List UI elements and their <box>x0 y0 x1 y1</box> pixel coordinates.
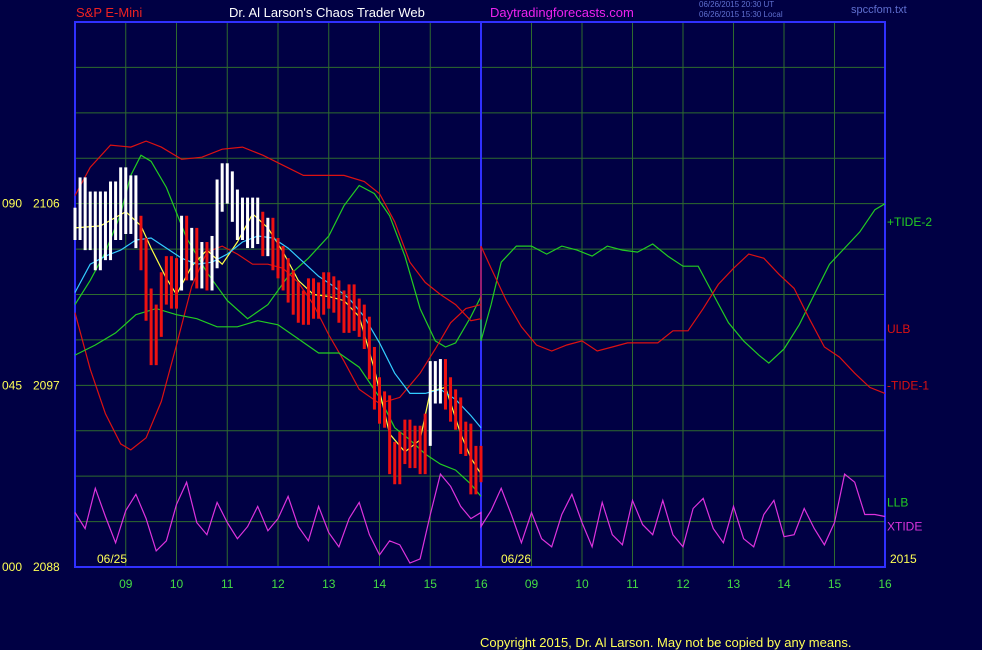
timestamp-local: 06/26/2015 15:30 Local <box>699 10 783 19</box>
legend-label: LLB <box>887 495 908 509</box>
x-tick-label: 14 <box>777 577 791 591</box>
x-tick-label: 14 <box>373 577 387 591</box>
year-label: 2015 <box>890 552 917 566</box>
data-file-name: spccfom.txt <box>851 4 907 16</box>
x-tick-label: 09 <box>525 577 539 591</box>
y-tick-label-left: 090 <box>2 197 22 211</box>
copyright-notice: Copyright 2015, Dr. Al Larson. May not b… <box>480 635 852 650</box>
x-tick-label: 13 <box>727 577 741 591</box>
x-tick-label: 16 <box>878 577 892 591</box>
x-tick-label: 16 <box>474 577 488 591</box>
x-tick-label: 13 <box>322 577 336 591</box>
day-label: 06/25 <box>97 552 127 566</box>
x-tick-label: 11 <box>626 577 639 591</box>
site-url[interactable]: Daytradingforecasts.com <box>490 6 634 19</box>
legend-label: -TIDE-1 <box>887 378 929 392</box>
x-tick-label: 09 <box>119 577 133 591</box>
x-tick-label: 10 <box>170 577 184 591</box>
y-tick-label-left: 000 <box>2 560 22 574</box>
legend-label: ULB <box>887 322 910 336</box>
chart-canvas: 000 2088 045 2097 090 2106 09 10 11 12 13 14 15 16 09 1… <box>2 21 932 591</box>
x-tick-label: 12 <box>676 577 690 591</box>
day-label: 06/26 <box>501 552 531 566</box>
y-tick-label-price: 2106 <box>33 197 60 211</box>
y-tick-label-left: 045 <box>2 378 22 392</box>
instrument-title: S&P E-Mini <box>76 5 143 20</box>
x-tick-label: 10 <box>575 577 589 591</box>
site-title: Dr. Al Larson's Chaos Trader Web <box>229 5 425 20</box>
y-tick-label-price: 2097 <box>33 378 60 392</box>
legend-label: +TIDE-2 <box>887 215 932 229</box>
legend-label: XTIDE <box>887 520 922 534</box>
timestamp-utc: 06/26/2015 20:30 UT <box>699 0 775 9</box>
x-tick-label: 15 <box>424 577 438 591</box>
x-tick-label: 11 <box>221 577 234 591</box>
x-tick-label: 15 <box>828 577 842 591</box>
y-tick-label-price: 2088 <box>33 560 60 574</box>
x-tick-label: 12 <box>271 577 285 591</box>
